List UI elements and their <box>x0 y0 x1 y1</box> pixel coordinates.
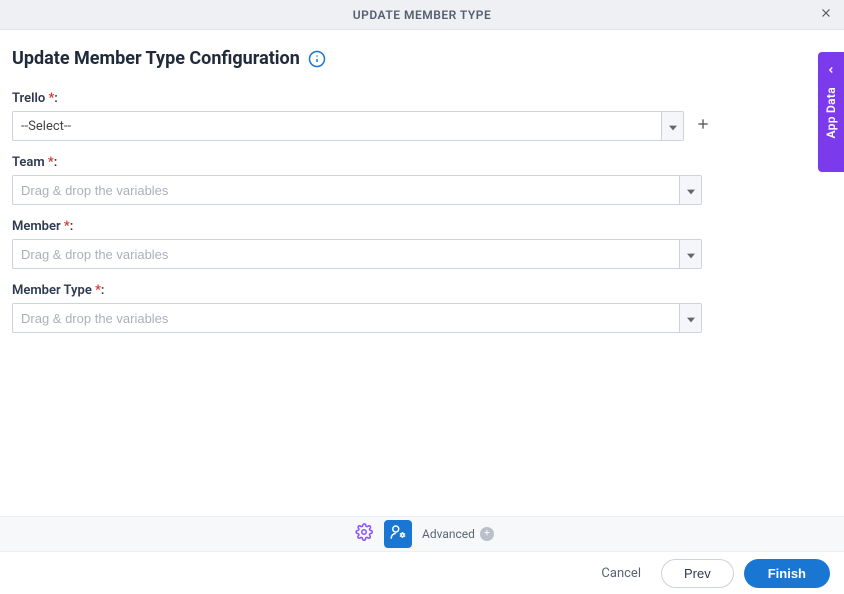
content-area: Update Member Type Configuration Trello … <box>0 30 844 333</box>
team-dropdown-toggle[interactable] <box>679 176 701 204</box>
trello-dropdown-toggle[interactable] <box>661 112 683 140</box>
member-input[interactable] <box>13 240 679 268</box>
close-icon <box>819 5 833 24</box>
app-data-tab[interactable]: App Data <box>818 52 844 172</box>
label-team: Team *: <box>12 155 832 170</box>
advanced-toggle[interactable]: Advanced + <box>422 527 494 541</box>
finish-button[interactable]: Finish <box>744 559 830 588</box>
plus-icon <box>695 116 711 136</box>
label-member: Member *: <box>12 219 832 234</box>
page-title-row: Update Member Type Configuration <box>12 48 832 69</box>
label-trello: Trello *: <box>12 91 832 106</box>
info-icon[interactable] <box>308 50 326 68</box>
member-input-wrap <box>12 239 702 269</box>
toolbar-strip: Advanced + <box>0 516 844 552</box>
field-team: Team *: <box>12 155 832 205</box>
chevron-down-icon <box>687 245 695 264</box>
field-member-type: Member Type *: <box>12 283 832 333</box>
team-input[interactable] <box>13 176 679 204</box>
user-gear-icon <box>389 523 407 545</box>
dialog-title: UPDATE MEMBER TYPE <box>353 8 491 22</box>
cancel-button[interactable]: Cancel <box>591 560 651 587</box>
member-type-dropdown-toggle[interactable] <box>679 304 701 332</box>
member-dropdown-toggle[interactable] <box>679 240 701 268</box>
prev-button[interactable]: Prev <box>661 559 734 588</box>
chevron-left-icon <box>826 60 836 79</box>
page-title: Update Member Type Configuration <box>12 48 300 69</box>
plus-circle-icon: + <box>480 527 494 541</box>
team-input-wrap <box>12 175 702 205</box>
field-trello: Trello *: --Select-- <box>12 91 832 141</box>
app-data-label: App Data <box>824 87 838 138</box>
user-settings-button[interactable] <box>384 520 412 548</box>
trello-select[interactable]: --Select-- <box>12 111 684 141</box>
footer: Cancel Prev Finish <box>0 552 844 594</box>
chevron-down-icon <box>687 181 695 200</box>
close-button[interactable] <box>816 5 836 25</box>
advanced-label: Advanced <box>422 527 475 541</box>
settings-button[interactable] <box>350 520 378 548</box>
dialog-header: UPDATE MEMBER TYPE <box>0 0 844 30</box>
add-trello-button[interactable] <box>692 111 714 141</box>
chevron-down-icon <box>669 117 677 136</box>
member-type-input[interactable] <box>13 304 679 332</box>
chevron-down-icon <box>687 309 695 328</box>
trello-select-value: --Select-- <box>13 112 661 140</box>
member-type-input-wrap <box>12 303 702 333</box>
label-member-type: Member Type *: <box>12 283 832 298</box>
gear-icon <box>355 523 373 545</box>
field-member: Member *: <box>12 219 832 269</box>
